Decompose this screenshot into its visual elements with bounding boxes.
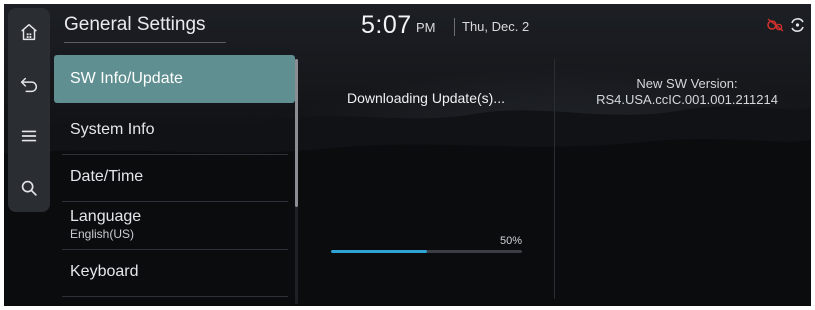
menu-item-label: SW Info/Update (70, 70, 183, 87)
clock-time: 5:07 (361, 11, 412, 39)
back-icon (20, 77, 37, 93)
connected-car-off-icon (767, 18, 784, 32)
title-underline (64, 42, 226, 43)
home-button[interactable] (8, 12, 50, 52)
menu-item-sublabel: English(US) (70, 227, 135, 241)
menu-item-sw-info-update[interactable]: SW Info/Update (54, 55, 295, 103)
menu-item-label: Language (70, 208, 142, 225)
panel-divider (554, 59, 555, 299)
search-button[interactable] (8, 168, 50, 208)
menu-item-keyboard[interactable]: Keyboard (54, 249, 295, 297)
date-separator (454, 18, 455, 36)
date-label: Thu, Dec. 2 (462, 19, 530, 34)
menu-item-date-time[interactable]: Date/Time (54, 154, 295, 202)
menu-divider (62, 296, 288, 297)
sync-icon (791, 18, 804, 32)
menu-item-system-info[interactable]: System Info (54, 106, 295, 154)
search-icon (21, 180, 37, 196)
download-status-text: Downloading Update(s)... (347, 90, 505, 106)
menu-item-label: System Info (70, 121, 155, 138)
clock-ampm: PM (416, 20, 436, 35)
status-icon-group (767, 18, 804, 32)
home-icon (21, 23, 37, 41)
back-button[interactable] (8, 64, 50, 104)
new-sw-version-value: RS4.USA.ccIC.001.001.211214 (596, 92, 778, 107)
menu-item-label: Date/Time (70, 168, 144, 185)
infotainment-screen: General Settings 5:07 PM Thu, Dec. 2 SW … (4, 4, 811, 306)
menu-button[interactable] (8, 116, 50, 156)
menu-icon (21, 130, 37, 142)
menu-scrollbar-thumb[interactable] (295, 59, 298, 207)
download-progress-fill (331, 250, 427, 253)
menu-item-label: Keyboard (70, 263, 139, 280)
page-title: General Settings (64, 14, 206, 35)
side-rail (8, 8, 50, 212)
progress-percent: 50% (499, 235, 522, 247)
download-progress-bar (331, 250, 522, 253)
menu-item-language[interactable]: Language English(US) (54, 201, 295, 249)
new-sw-version-label: New SW Version: (636, 76, 738, 91)
